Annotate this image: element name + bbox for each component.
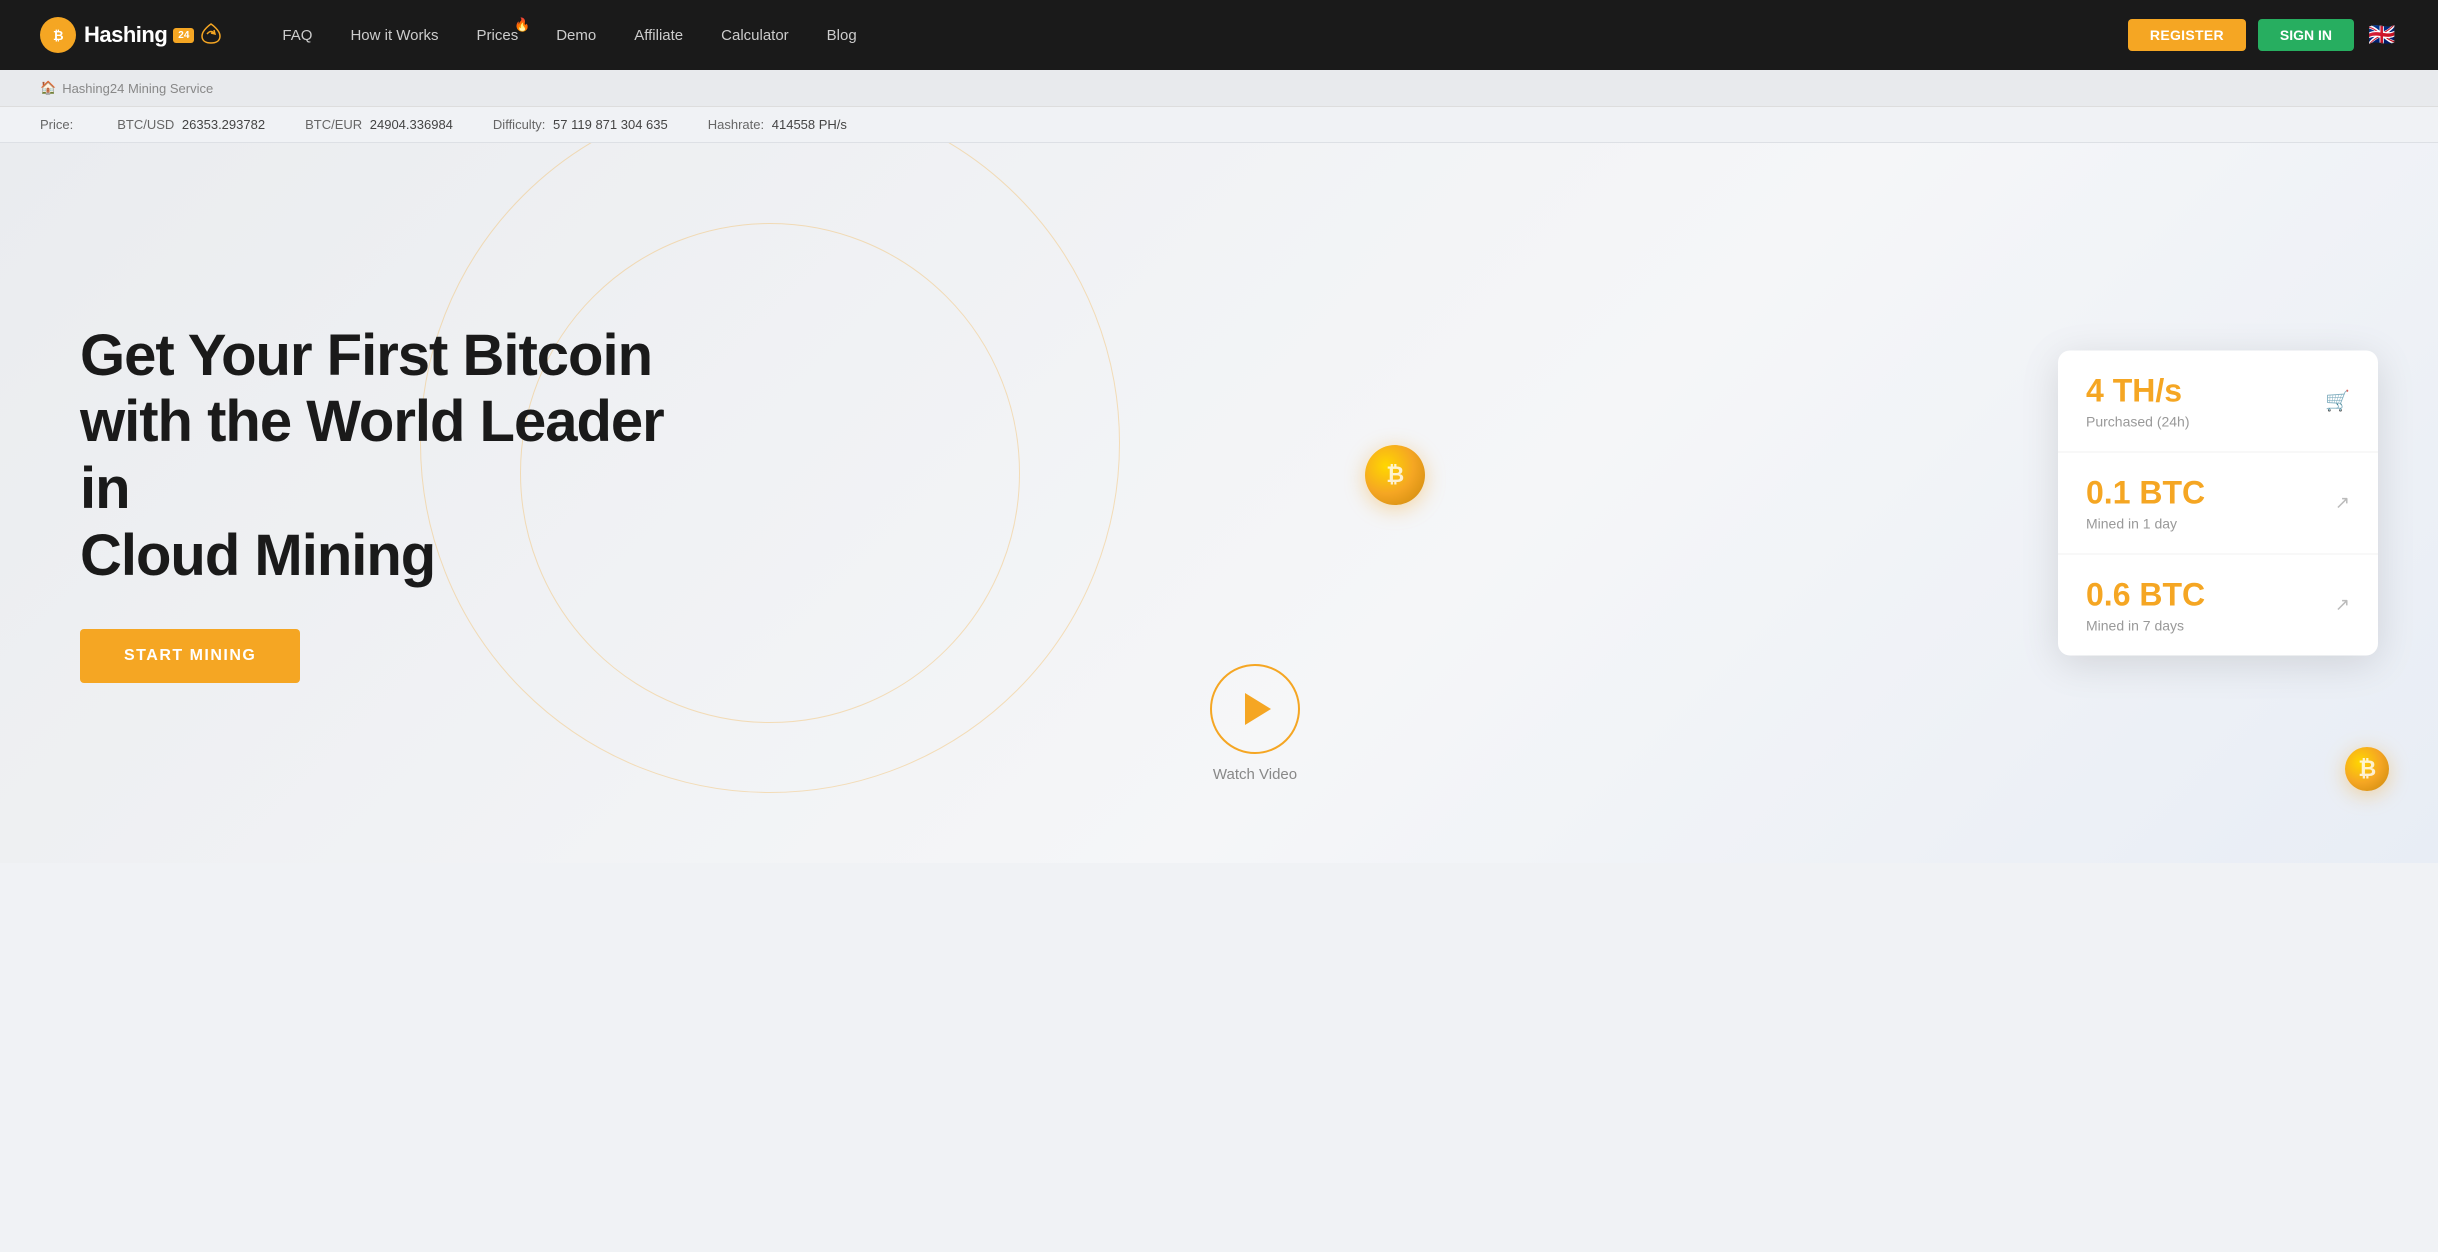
stats-card: 4 TH/s Purchased (24h) 🛒 0.1 BTC Mined i…: [2058, 351, 2378, 656]
play-button[interactable]: [1210, 664, 1300, 754]
logo-badge: 24: [173, 28, 194, 43]
watch-video-label: Watch Video: [1213, 766, 1297, 783]
nav-links: FAQ How it Works Prices 🔥 Demo Affiliate…: [282, 27, 2127, 44]
flag-icon[interactable]: 🇬🇧: [2366, 19, 2398, 51]
hero-title: Get Your First Bitcoin with the World Le…: [80, 323, 720, 590]
logo[interactable]: ₿ Hashing 24: [40, 17, 222, 53]
logo-text: Hashing: [84, 22, 167, 48]
nav-link-prices[interactable]: Prices 🔥: [477, 27, 519, 44]
hero-section: ₿ ₿ Get Your First Bitcoin with the Worl…: [0, 143, 2438, 863]
stat-row-2: 0.6 BTC Mined in 7 days ↗: [2058, 555, 2378, 656]
stat-row-inner-1: 0.1 BTC Mined in 1 day ↗: [2086, 475, 2350, 532]
ticker-bar: Price: BTC/USD 26353.293782 BTC/EUR 2490…: [0, 107, 2438, 143]
stat-value-2: 0.6 BTC Mined in 7 days: [2086, 577, 2205, 634]
ticker-btc-usd: BTC/USD 26353.293782: [117, 117, 265, 132]
cart-icon: 🛒: [2325, 389, 2350, 414]
home-icon: 🏠: [40, 80, 56, 96]
logo-icon: ₿: [40, 17, 76, 53]
nav-link-affiliate[interactable]: Affiliate: [634, 27, 683, 44]
svg-text:₿: ₿: [53, 28, 64, 43]
stat-row-1: 0.1 BTC Mined in 1 day ↗: [2058, 453, 2378, 555]
start-mining-button[interactable]: START MINING: [80, 629, 300, 683]
breadcrumb: 🏠 Hashing24 Mining Service: [0, 70, 2438, 107]
stat-row-0: 4 TH/s Purchased (24h) 🛒: [2058, 351, 2378, 453]
arrow-icon-1: ↗: [2335, 493, 2350, 514]
nav-link-demo[interactable]: Demo: [556, 27, 596, 44]
stat-row-inner-2: 0.6 BTC Mined in 7 days ↗: [2086, 577, 2350, 634]
register-button[interactable]: REGISTER: [2128, 19, 2246, 51]
fire-icon: 🔥: [514, 17, 530, 33]
nav-actions: REGISTER SIGN IN 🇬🇧: [2128, 19, 2398, 51]
breadcrumb-text: Hashing24 Mining Service: [62, 81, 213, 96]
hero-content: Get Your First Bitcoin with the World Le…: [80, 323, 720, 684]
arrow-icon-2: ↗: [2335, 595, 2350, 616]
ticker-hashrate: Hashrate: 414558 PH/s: [708, 117, 847, 132]
ticker-price-label: Price:: [40, 117, 77, 132]
coin-float-2: ₿: [2345, 747, 2389, 791]
stat-row-inner-0: 4 TH/s Purchased (24h) 🛒: [2086, 373, 2350, 430]
ticker-btc-eur: BTC/EUR 24904.336984: [305, 117, 453, 132]
nav-link-calculator[interactable]: Calculator: [721, 27, 789, 44]
coin-float-1: ₿: [1365, 445, 1425, 505]
video-section: Watch Video: [1210, 664, 1300, 783]
play-triangle-icon: [1245, 693, 1271, 725]
signin-button[interactable]: SIGN IN: [2258, 19, 2354, 51]
navbar: ₿ Hashing 24 FAQ How it Works Prices 🔥 D…: [0, 0, 2438, 70]
stat-value-1: 0.1 BTC Mined in 1 day: [2086, 475, 2205, 532]
ticker-difficulty: Difficulty: 57 119 871 304 635: [493, 117, 668, 132]
nav-link-blog[interactable]: Blog: [827, 27, 857, 44]
nav-link-how-it-works[interactable]: How it Works: [350, 27, 438, 44]
nav-link-faq[interactable]: FAQ: [282, 27, 312, 44]
stat-value-0: 4 TH/s Purchased (24h): [2086, 373, 2190, 430]
